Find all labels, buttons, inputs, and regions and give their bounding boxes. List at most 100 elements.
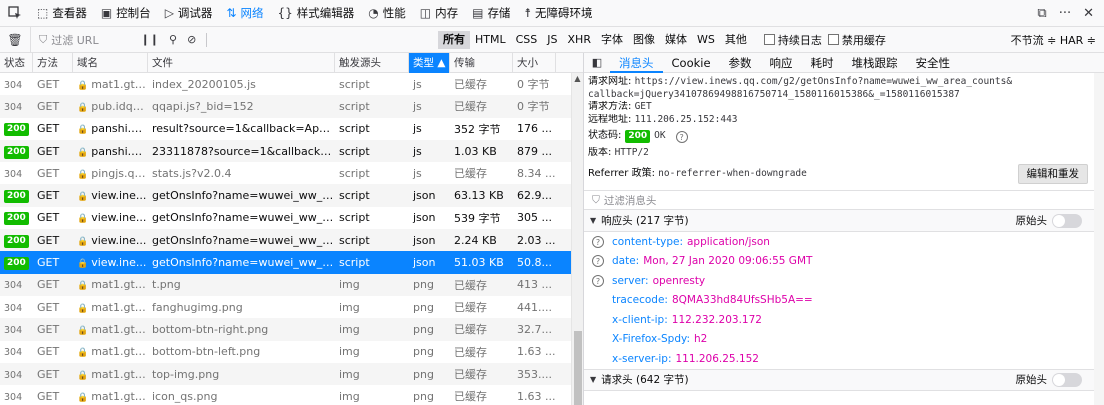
devtools-tab-debugger[interactable]: ▷ 调试器: [158, 0, 220, 27]
devtools-tab-network[interactable]: ⇅ 网络: [219, 0, 270, 27]
devtools-tab-style-editor[interactable]: {} 样式编辑器: [270, 0, 361, 27]
cell-domain: 🔒 panshi.q...: [73, 145, 148, 158]
details-scrollbar[interactable]: [1094, 73, 1104, 405]
table-row[interactable]: 304 GET 🔒 mat1.gti... top-img.png img png 已缓存 35…: [0, 362, 583, 386]
table-scrollbar[interactable]: ▲: [571, 73, 583, 405]
table-row[interactable]: 200 GET 🔒 panshi.q... result?source=1&callba…: [0, 118, 583, 140]
disable-cache-checkbox[interactable]: 禁用缓存: [827, 32, 886, 48]
header-row[interactable]: tracecode: 8QMA33hd84UfsSHb5A==: [584, 291, 1104, 311]
cell-method: GET: [37, 278, 60, 292]
type-filter-2[interactable]: CSS: [511, 31, 543, 49]
block-icon[interactable]: ⊘: [187, 33, 196, 46]
cell-transferred: 已缓存: [454, 78, 487, 92]
table-row[interactable]: 304 GET 🔒 mat1.gti... bottom-btn-right.png im…: [0, 318, 583, 341]
cell-file: result?source=1&callback=AppPlat...: [152, 122, 335, 136]
clear-log-button[interactable]: 🗑: [0, 33, 30, 47]
domain-text: view.ine...: [91, 256, 147, 270]
column-header[interactable]: 触发源头: [335, 53, 409, 73]
cell-type: js: [413, 122, 422, 136]
devtools-tab-accessibility[interactable]: ☨ 无障碍环境: [517, 0, 599, 27]
scroll-up-icon[interactable]: ▲: [572, 73, 583, 85]
table-row[interactable]: 304 GET 🔒 mat1.gti... index_20200105.js scrip…: [0, 73, 583, 95]
devtools-tab-memory[interactable]: ◫ 内存: [413, 0, 465, 27]
type-filter-1[interactable]: HTML: [470, 31, 511, 49]
cell-file: getOnsInfo?name=wuwei_ww_cn_...: [152, 233, 335, 247]
remote-address-value: 111.206.25.152:443: [634, 113, 738, 125]
edit-resend-button[interactable]: 编辑和重发: [1017, 163, 1088, 184]
details-tab-0[interactable]: 消息头: [610, 53, 663, 73]
table-row[interactable]: 304 GET 🔒 mat1.gti... t.png img png 已缓存 413 ...: [0, 273, 583, 296]
column-header[interactable]: 大小: [513, 53, 556, 73]
pause-icon[interactable]: ❙❙: [141, 33, 159, 46]
table-row[interactable]: 304 GET 🔒 mat1.gti... fanghugimg.png img png 已缓…: [0, 296, 583, 318]
more-icon[interactable]: ···: [1059, 6, 1071, 21]
raw-headers-toggle[interactable]: [1052, 213, 1082, 228]
type-filter-9[interactable]: 其他: [720, 31, 752, 49]
column-header[interactable]: 方法: [33, 53, 73, 73]
request-headers-section[interactable]: ▼ 请求头 (642 字节) 原始头: [584, 368, 1104, 391]
type-filter-7[interactable]: 媒体: [660, 31, 692, 49]
toggle-panel-icon[interactable]: ◧: [584, 56, 610, 69]
header-row[interactable]: x-server-ip: 111.206.25.152: [584, 349, 1104, 369]
column-header[interactable]: 状态: [0, 53, 33, 73]
column-header[interactable]: 文件: [148, 53, 335, 73]
dock-icon[interactable]: ⧉: [1037, 6, 1046, 21]
column-header[interactable]: 传输: [450, 53, 513, 73]
element-picker-button[interactable]: [0, 6, 30, 20]
cell-transferred: 已缓存: [454, 278, 487, 292]
column-header[interactable]: 类型 ▲: [409, 53, 450, 73]
type-filter-4[interactable]: XHR: [563, 31, 596, 49]
column-header[interactable]: 域名: [73, 53, 148, 73]
details-tab-2[interactable]: 参数: [720, 53, 761, 73]
header-row[interactable]: ? content-type: application/json: [584, 232, 1104, 252]
header-row[interactable]: ? date: Mon, 27 Jan 2020 09:06:55 GMT: [584, 252, 1104, 272]
persist-log-checkbox[interactable]: 持续日志: [763, 32, 822, 48]
details-tab-5[interactable]: 堆栈跟踪: [843, 53, 907, 73]
devtools-tab-inspector[interactable]: ⬚ 查看器: [30, 0, 94, 27]
header-row[interactable]: X-Firefox-Spdy: h2: [584, 330, 1104, 350]
help-icon[interactable]: ?: [592, 255, 604, 268]
filter-headers-input[interactable]: ⛉ 过滤消息头: [584, 190, 1104, 210]
table-row[interactable]: 304 GET 🔒 pub.idqq... qqapi.js?_bid=152 scrip…: [0, 95, 583, 118]
devtools-tab-storage[interactable]: ▤ 存储: [465, 0, 517, 27]
help-icon[interactable]: ?: [592, 274, 604, 287]
cell-transferred: 已缓存: [454, 167, 487, 181]
response-headers-section[interactable]: ▼ 响应头 (217 字节) 原始头: [584, 210, 1104, 232]
cell-transferred: 2.24 KB: [454, 233, 497, 247]
type-filter-5[interactable]: 字体: [596, 31, 628, 49]
details-tab-1[interactable]: Cookie: [663, 53, 720, 73]
cell-type: js: [413, 144, 422, 158]
header-help-slot: ?: [584, 235, 612, 248]
status-badge: 200: [4, 212, 29, 226]
header-value: 112.232.203.172: [671, 313, 762, 326]
table-row[interactable]: 304 GET 🔒 pingjs.qq... stats.js?v2.0.4 script…: [0, 162, 583, 184]
type-filter-8[interactable]: WS: [692, 31, 720, 49]
throttle-select[interactable]: 不节流 ≑ HAR ≑: [1011, 32, 1104, 48]
filter-url-input[interactable]: ⛉ 过滤 URL ❙❙ ⚲ ⊘: [30, 26, 430, 53]
table-row[interactable]: 200 GET 🔒 panshi.q... 23311878?source=1&call…: [0, 139, 583, 163]
version-value: HTTP/2: [614, 147, 649, 158]
table-row[interactable]: 304 GET 🔒 mat1.gti... icon_qs.png img png 已缓存 1.…: [0, 385, 583, 405]
help-icon[interactable]: ?: [592, 235, 604, 248]
header-name: x-server-ip:: [612, 352, 672, 365]
search-icon[interactable]: ⚲: [169, 33, 177, 46]
details-tab-3[interactable]: 响应: [761, 53, 802, 73]
details-tab-6[interactable]: 安全性: [907, 53, 960, 73]
table-row[interactable]: 200 GET 🔒 view.ine... getOnsInfo?name=wuwei_…: [0, 229, 583, 252]
raw-headers-toggle[interactable]: [1052, 372, 1082, 387]
type-filter-0[interactable]: 所有: [438, 30, 470, 49]
table-row[interactable]: 304 GET 🔒 mat1.gti... bottom-btn-left.png img…: [0, 341, 583, 363]
scroll-thumb[interactable]: [574, 331, 582, 405]
table-row[interactable]: 200 GET 🔒 view.ine... getOnsInfo?name=wuwei_…: [0, 207, 583, 229]
type-filter-6[interactable]: 图像: [628, 31, 660, 49]
help-icon[interactable]: ?: [675, 130, 688, 143]
header-row[interactable]: ? server: openresty: [584, 271, 1104, 291]
devtools-tab-console[interactable]: ▣ 控制台: [94, 0, 158, 27]
details-tab-4[interactable]: 耗时: [802, 53, 843, 73]
table-row[interactable]: 200 GET 🔒 view.ine... getOnsInfo?name=wuwei_…: [0, 251, 583, 274]
close-icon[interactable]: ✕: [1083, 6, 1094, 21]
type-filter-3[interactable]: JS: [542, 31, 562, 49]
header-row[interactable]: x-client-ip: 112.232.203.172: [584, 310, 1104, 330]
table-row[interactable]: 200 GET 🔒 view.ine... getOnsInfo?name=wuwei_…: [0, 184, 583, 207]
devtools-tab-performance[interactable]: ◔ 性能: [361, 0, 412, 27]
